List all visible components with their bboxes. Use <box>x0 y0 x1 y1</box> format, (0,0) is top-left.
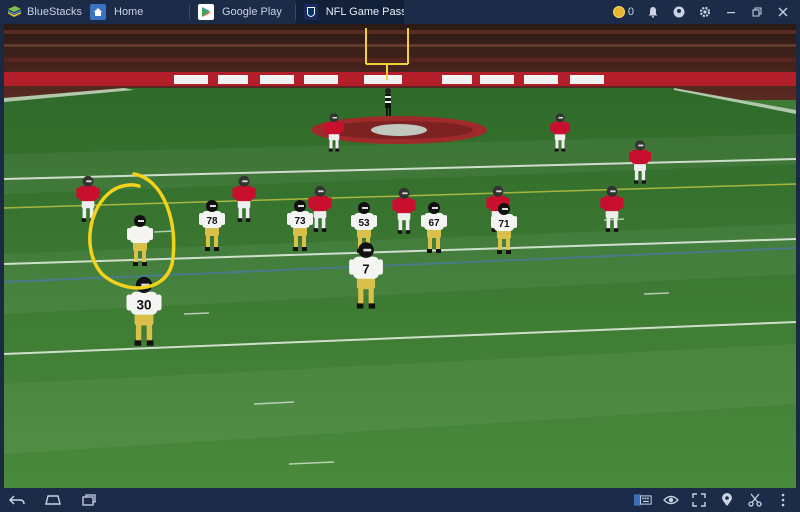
jersey-number: 73 <box>294 216 306 227</box>
coin-icon <box>612 6 625 18</box>
bell-icon[interactable] <box>646 5 660 19</box>
scissors-icon[interactable] <box>746 492 764 508</box>
football-field-scene: 78 73 53 67 71 7 30 <box>4 24 796 488</box>
settings-icon[interactable] <box>698 5 712 19</box>
tab-google-play[interactable]: Google Play <box>190 0 296 24</box>
bottom-nav-bar <box>0 488 800 512</box>
tab-nfl-game-pass[interactable]: NFL Game Pass E <box>296 0 404 24</box>
app-name: BlueStacks <box>27 6 83 18</box>
title-bar: BlueStacks Home Google Play NFL Game Pas… <box>0 0 800 24</box>
tab-home[interactable]: Home <box>82 0 190 24</box>
jersey-number: 7 <box>362 262 369 277</box>
close-icon[interactable] <box>776 5 790 19</box>
game-video-frame[interactable]: 78 73 53 67 71 7 30 <box>4 24 796 488</box>
jersey-number: 53 <box>358 218 370 229</box>
jersey-number: 30 <box>136 297 151 312</box>
app-brand: BlueStacks <box>0 0 82 24</box>
jersey-number: 71 <box>498 219 510 230</box>
coin-count: 0 <box>627 6 634 18</box>
account-icon[interactable] <box>672 5 686 19</box>
back-icon[interactable] <box>8 492 26 508</box>
sideline-ads <box>174 75 604 84</box>
more-icon[interactable] <box>774 492 792 508</box>
bluestacks-logo-icon <box>6 6 22 18</box>
minimize-icon[interactable] <box>724 5 738 19</box>
location-icon[interactable] <box>718 492 736 508</box>
google-play-icon <box>198 4 214 20</box>
restore-icon[interactable] <box>750 5 764 19</box>
tab-nfl-label: NFL Game Pass E <box>325 6 404 18</box>
tab-home-label: Home <box>114 6 144 18</box>
jersey-number: 67 <box>428 218 440 229</box>
keyboard-icon[interactable] <box>634 492 652 508</box>
coins-counter[interactable]: 0 <box>612 6 634 18</box>
eye-icon[interactable] <box>662 492 680 508</box>
jersey-number: 78 <box>206 216 218 227</box>
nfl-icon <box>304 4 318 20</box>
home-icon <box>90 4 106 20</box>
recent-apps-icon[interactable] <box>80 492 98 508</box>
fullscreen-icon[interactable] <box>690 492 708 508</box>
tab-google-play-label: Google Play <box>222 6 282 18</box>
home-icon[interactable] <box>44 492 62 508</box>
